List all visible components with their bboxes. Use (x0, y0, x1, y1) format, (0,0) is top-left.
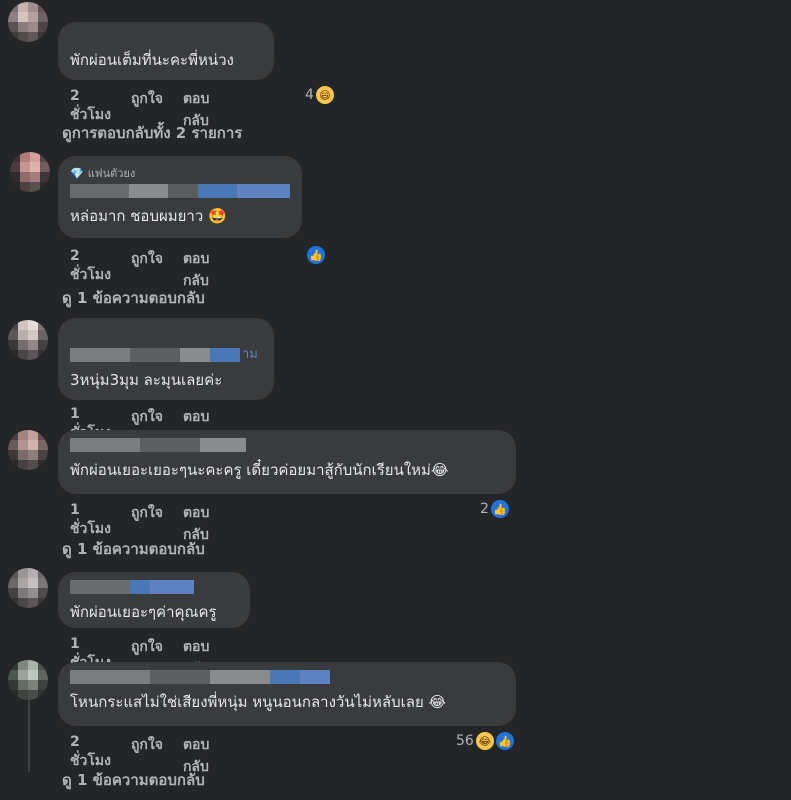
comment-bubble: าม 3หนุ่ม3มุม ละมุนเลยค่ะ (58, 318, 274, 400)
comment-text: พักผ่อนเยอะเยอะๆนะคะครู เดี๋ยวค่อยมาสู้ก… (70, 461, 449, 479)
author-name-blurred[interactable] (70, 184, 290, 198)
reaction-count: 56 (456, 733, 474, 749)
author-name-blurred[interactable] (70, 580, 238, 594)
avatar[interactable] (8, 320, 48, 360)
reaction-summary[interactable]: 4 😄 (305, 86, 334, 104)
comment-bubble: พักผ่อนเยอะๆค่าคุณครู (58, 572, 250, 628)
comment-text: พักผ่อนเยอะๆค่าคุณครู (70, 603, 217, 621)
reaction-count: 4 (305, 87, 314, 103)
avatar[interactable] (8, 2, 48, 42)
laugh-emoji-icon: 😄 (315, 86, 334, 104)
like-emoji-icon: 👍 (490, 500, 509, 518)
avatar[interactable] (8, 660, 48, 700)
comment-text: พักผ่อนเต็มที่นะคะพี่หน่วง (70, 51, 234, 69)
reaction-count: 2 (480, 501, 489, 517)
like-emoji-icon: 👍 (307, 246, 325, 264)
author-name-blurred[interactable] (70, 670, 504, 684)
reaction-summary[interactable]: 👍 (305, 246, 325, 264)
comment-bubble: โหนกระแสไม่ใช่เสียงพี่หนุ่ม หนูนอนกลางวั… (58, 662, 516, 726)
comment-text: โหนกระแสไม่ใช่เสียงพี่หนุ่ม หนูนอนกลางวั… (70, 693, 447, 711)
comment-text: 3หนุ่ม3มุม ละมุนเลยค่ะ (70, 371, 223, 389)
badge-label: แฟนตัวยง (87, 167, 136, 180)
reaction-summary[interactable]: 2 👍 (480, 500, 509, 518)
author-name-suffix: าม (242, 347, 258, 362)
view-replies-link[interactable]: ดู 1 ข้อความตอบกลับ (62, 537, 205, 561)
comment-text: หล่อมาก ชอบผมยาว 🤩 (70, 207, 227, 225)
diamond-icon: 💎 (70, 166, 84, 180)
avatar[interactable] (10, 152, 50, 192)
thread-line (28, 690, 30, 772)
reaction-summary[interactable]: 56 😂 👍 (456, 732, 514, 750)
laugh-emoji-icon: 😂 (475, 732, 494, 750)
view-replies-link[interactable]: ดู 1 ข้อความตอบกลับ (62, 286, 205, 310)
top-fan-badge: 💎 แฟนตัวยง (70, 164, 290, 182)
author-name-blurred[interactable] (70, 438, 504, 452)
avatar[interactable] (8, 568, 48, 608)
view-replies-link[interactable]: ดูการตอบกลับทั้ง 2 รายการ (62, 121, 242, 145)
like-emoji-icon: 👍 (495, 732, 514, 750)
comment-bubble: 💎 แฟนตัวยง หล่อมาก ชอบผมยาว 🤩 (58, 156, 302, 238)
avatar[interactable] (8, 430, 48, 470)
view-replies-link[interactable]: ดู 1 ข้อความตอบกลับ (62, 768, 205, 792)
comment-bubble: พักผ่อนเต็มที่นะคะพี่หน่วง (58, 22, 274, 80)
comment-bubble: พักผ่อนเยอะเยอะๆนะคะครู เดี๋ยวค่อยมาสู้ก… (58, 430, 516, 494)
author-name-blurred[interactable]: าม (70, 348, 262, 362)
